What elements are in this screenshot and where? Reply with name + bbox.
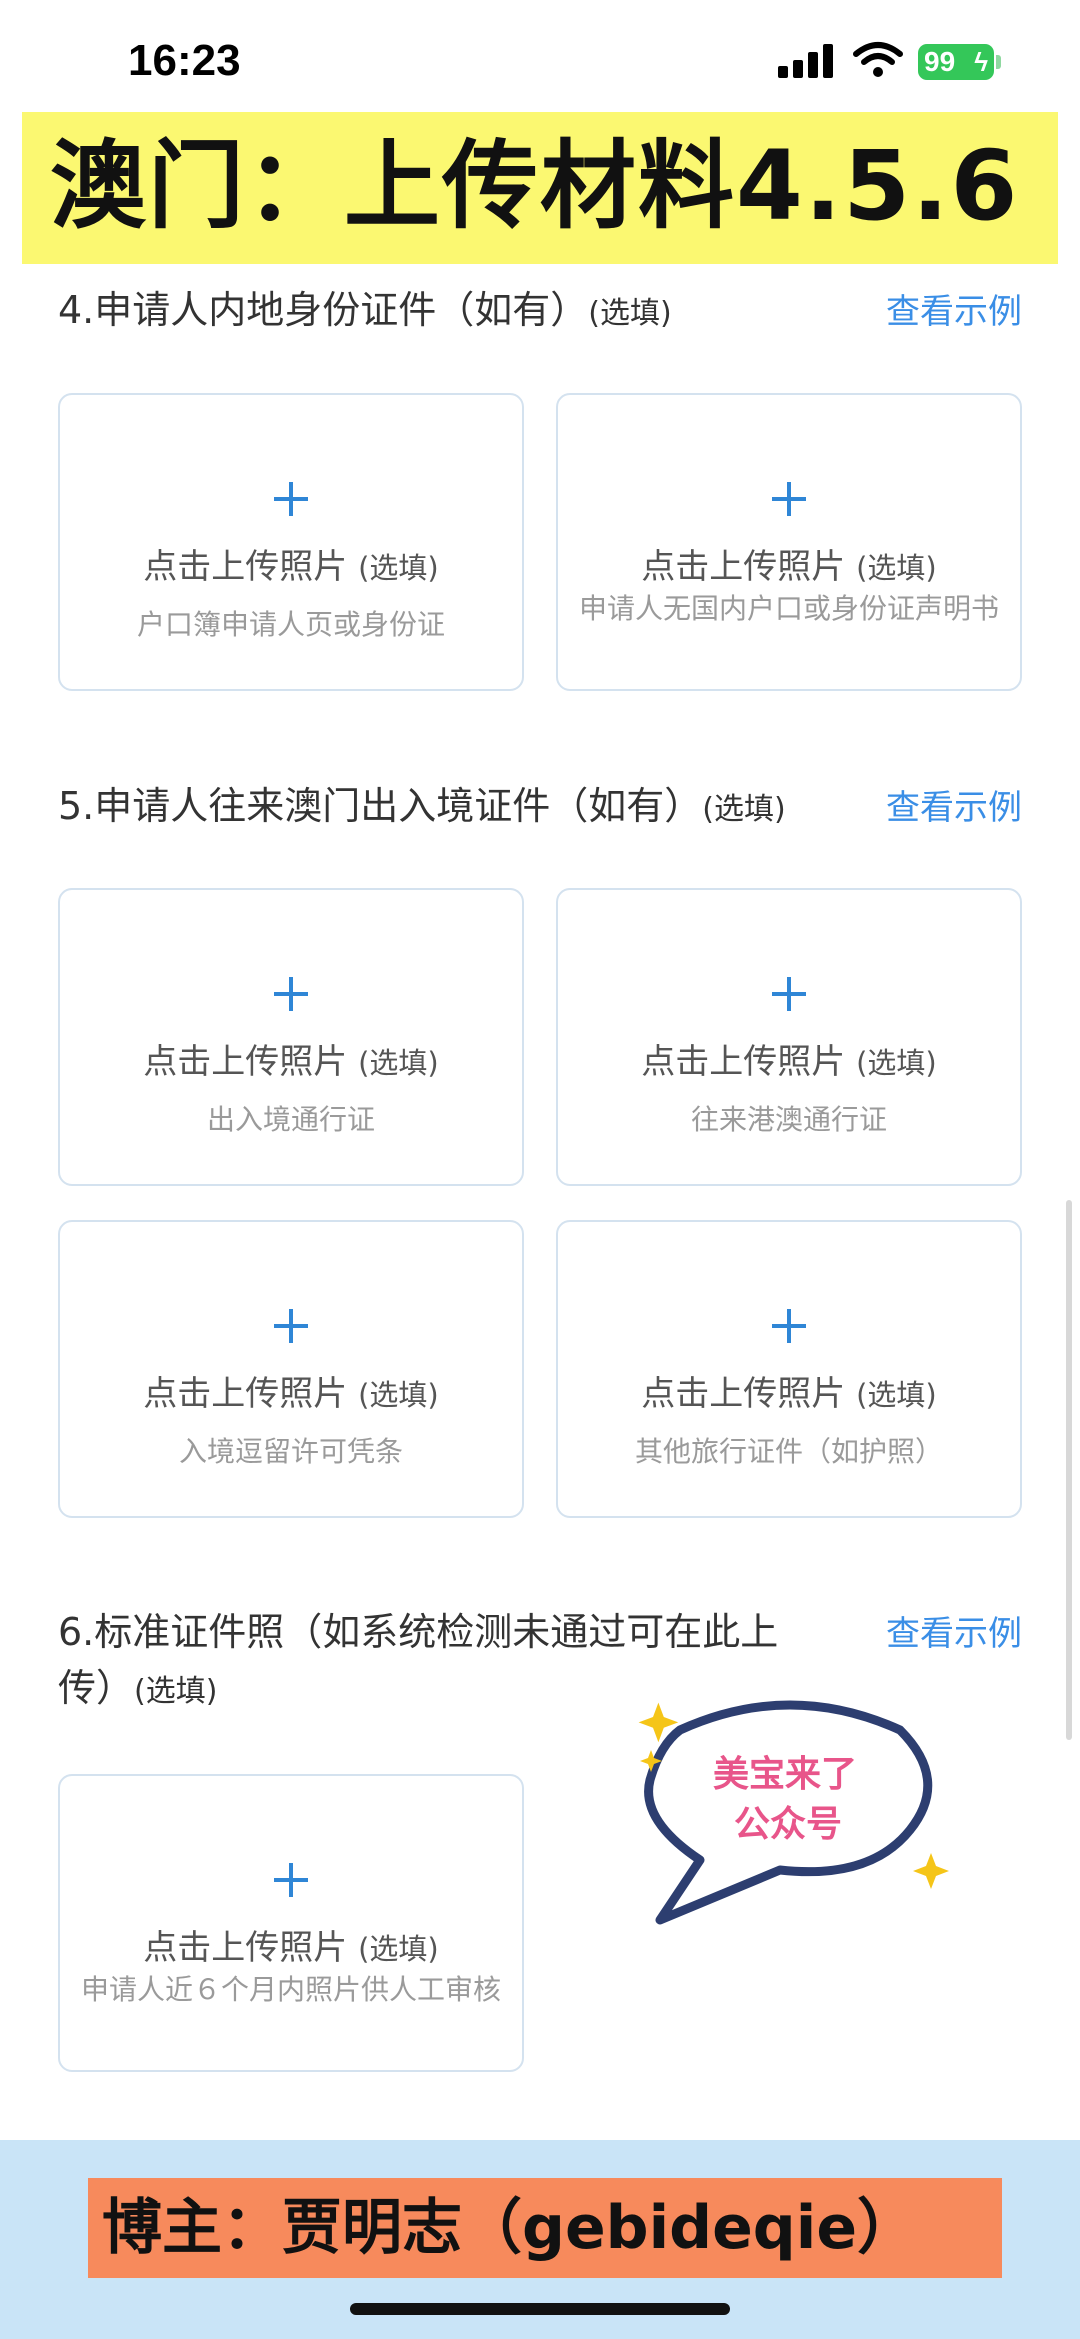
scrollbar[interactable] (1066, 1200, 1072, 1740)
section-title-line1: 6.标准证件照（如系统检测未通过可在此上 (58, 1610, 779, 1654)
upload-cta: 点击上传照片 (选填) (143, 547, 439, 587)
title-banner: 澳门：上传材料4.5.6 (22, 112, 1058, 264)
upload-card-exit-entry-permit[interactable]: 点击上传照片 (选填) 出入境通行证 (58, 888, 524, 1186)
status-time: 16:23 (128, 36, 241, 85)
battery-cap (996, 55, 1001, 69)
upload-hint: 申请人无国内户口或身份证声明书 (578, 592, 999, 625)
upload-card-stay-permit-slip[interactable]: 点击上传照片 (选填) 入境逗留许可凭条 (58, 1220, 524, 1518)
banner-title: 澳门：上传材料4.5.6 (50, 130, 1020, 242)
plus-icon (558, 1306, 1020, 1346)
watermark-line1: 美宝来了 (713, 1754, 857, 1795)
section-title-text: 4.申请人内地身份证件（如有） (58, 288, 589, 332)
signal-bars-icon (778, 44, 836, 78)
plus-icon (558, 479, 1020, 519)
upload-cta: 点击上传照片 (选填) (641, 1374, 937, 1414)
watermark-speech-bubble: 美宝来了 公众号 (638, 1700, 949, 1925)
blogger-credit: 博主：贾明志（gebideqie） (102, 2193, 918, 2263)
upload-cta: 点击上传照片 (选填) (143, 1928, 439, 1968)
optional-tag: (选填) (702, 792, 786, 827)
plus-icon (60, 974, 522, 1014)
upload-cta: 点击上传照片 (选填) (143, 1374, 439, 1414)
upload-hint: 户口簿申请人页或身份证 (136, 608, 445, 641)
section-title-text: 5.申请人往来澳门出入境证件（如有） (58, 784, 703, 828)
upload-hint: 其他旅行证件（如护照） (634, 1435, 943, 1468)
view-example-link-5[interactable]: 查看示例 (886, 780, 1022, 829)
upload-card-no-hukou-statement[interactable]: 点击上传照片 (选填) 申请人无国内户口或身份证声明书 (556, 393, 1022, 691)
wifi-icon (853, 42, 903, 77)
upload-hint: 入境逗留许可凭条 (178, 1435, 403, 1468)
upload-card-standard-photo[interactable]: 点击上传照片 (选填) 申请人近６个月内照片供人工审核 (58, 1774, 524, 2072)
section-title-5: 5.申请人往来澳门出入境证件（如有）(选填) (58, 778, 786, 838)
upload-cta: 点击上传照片 (选填) (641, 547, 937, 587)
upload-hint: 往来港澳通行证 (690, 1103, 887, 1136)
battery-level: 99 (924, 46, 956, 77)
upload-hint: 申请人近６个月内照片供人工审核 (80, 1973, 501, 2006)
optional-tag: (选填) (134, 1674, 218, 1709)
home-indicator[interactable] (350, 2303, 730, 2315)
upload-card-hk-macau-permit[interactable]: 点击上传照片 (选填) 往来港澳通行证 (556, 888, 1022, 1186)
view-example-link-6[interactable]: 查看示例 (886, 1606, 1022, 1655)
optional-tag: (选填) (588, 296, 672, 331)
plus-icon (60, 1306, 522, 1346)
battery-icon: 99 ϟ (918, 44, 994, 80)
upload-hint: 出入境通行证 (206, 1103, 375, 1136)
section-title-line2: 传） (58, 1666, 135, 1710)
plus-icon (60, 1860, 522, 1900)
upload-card-other-travel-docs[interactable]: 点击上传照片 (选填) 其他旅行证件（如护照） (556, 1220, 1022, 1518)
status-bar: 16:23 99 ϟ (0, 0, 1080, 110)
watermark-line2: 公众号 (734, 1804, 842, 1845)
view-example-link-4[interactable]: 查看示例 (886, 284, 1022, 333)
upload-cta: 点击上传照片 (选填) (641, 1042, 937, 1082)
section-title-4: 4.申请人内地身份证件（如有）(选填) (58, 282, 672, 342)
upload-cta: 点击上传照片 (选填) (143, 1042, 439, 1082)
footer-label: 博主：贾明志（gebideqie） (88, 2178, 1002, 2278)
plus-icon (558, 974, 1020, 1014)
plus-icon (60, 479, 522, 519)
upload-card-household-register[interactable]: 点击上传照片 (选填) 户口簿申请人页或身份证 (58, 393, 524, 691)
